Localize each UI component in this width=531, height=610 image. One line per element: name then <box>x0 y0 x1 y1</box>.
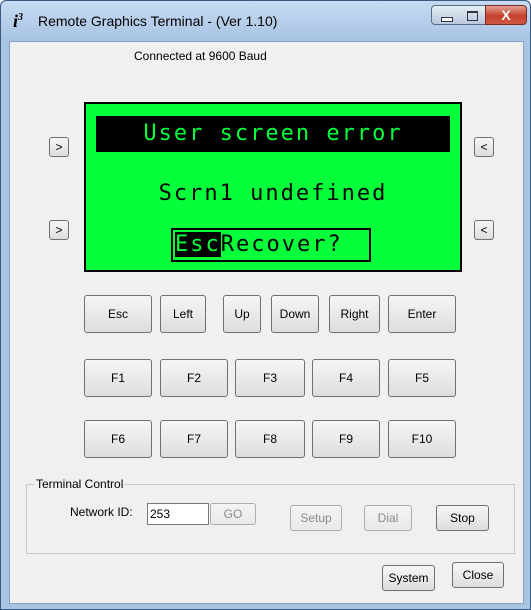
key-f5[interactable]: F5 <box>388 359 456 397</box>
minimize-button[interactable] <box>431 5 459 25</box>
key-esc[interactable]: Esc <box>84 295 152 333</box>
setup-button[interactable]: Setup <box>290 505 342 531</box>
lcd-line-3: EscRecover? <box>171 228 371 262</box>
terminal-control-label: Terminal Control <box>34 477 126 491</box>
lcd-recover-text: Recover? <box>220 232 343 257</box>
dial-button[interactable]: Dial <box>364 505 412 531</box>
key-f10[interactable]: F10 <box>388 420 456 458</box>
maximize-icon <box>467 11 478 21</box>
key-up[interactable]: Up <box>223 295 261 333</box>
key-f4[interactable]: F4 <box>312 359 380 397</box>
stop-button[interactable]: Stop <box>436 505 489 531</box>
minimize-icon <box>441 17 453 22</box>
key-enter[interactable]: Enter <box>388 295 456 333</box>
client-area: Connected at 9600 Baud > > < < User scre… <box>9 41 524 604</box>
lcd-line-1: User screen error <box>96 116 450 152</box>
key-f8[interactable]: F8 <box>235 420 305 458</box>
lcd-display: User screen error Scrn1 undefined EscRec… <box>84 102 462 272</box>
go-button[interactable]: GO <box>210 503 256 525</box>
key-f1[interactable]: F1 <box>84 359 152 397</box>
lcd-esc-highlight: Esc <box>175 232 221 257</box>
connection-status: Connected at 9600 Baud <box>134 49 267 63</box>
lcd-right-bottom-button[interactable]: < <box>474 220 494 240</box>
key-f7[interactable]: F7 <box>160 420 228 458</box>
window-title: Remote Graphics Terminal - (Ver 1.10) <box>38 13 278 29</box>
key-f3[interactable]: F3 <box>235 359 305 397</box>
lcd-line-2: Scrn1 undefined <box>158 181 388 206</box>
lcd-left-top-button[interactable]: > <box>49 137 69 157</box>
app-window: i3 Remote Graphics Terminal - (Ver 1.10)… <box>0 0 531 610</box>
key-f9[interactable]: F9 <box>312 420 380 458</box>
key-down[interactable]: Down <box>271 295 319 333</box>
key-f2[interactable]: F2 <box>160 359 228 397</box>
maximize-button[interactable] <box>458 5 486 25</box>
close-window-button[interactable]: X <box>485 5 527 25</box>
lcd-right-top-button[interactable]: < <box>474 137 494 157</box>
key-right[interactable]: Right <box>329 295 380 333</box>
close-button[interactable]: Close <box>452 562 504 588</box>
network-id-input[interactable] <box>147 503 209 525</box>
network-id-label: Network ID: <box>70 505 133 519</box>
lcd-left-bottom-button[interactable]: > <box>49 220 69 240</box>
title-bar[interactable]: i3 Remote Graphics Terminal - (Ver 1.10)… <box>1 1 530 41</box>
close-icon: X <box>501 7 511 23</box>
key-f6[interactable]: F6 <box>84 420 152 458</box>
key-left[interactable]: Left <box>160 295 206 333</box>
system-button[interactable]: System <box>382 565 435 591</box>
app-icon: i3 <box>13 11 24 31</box>
